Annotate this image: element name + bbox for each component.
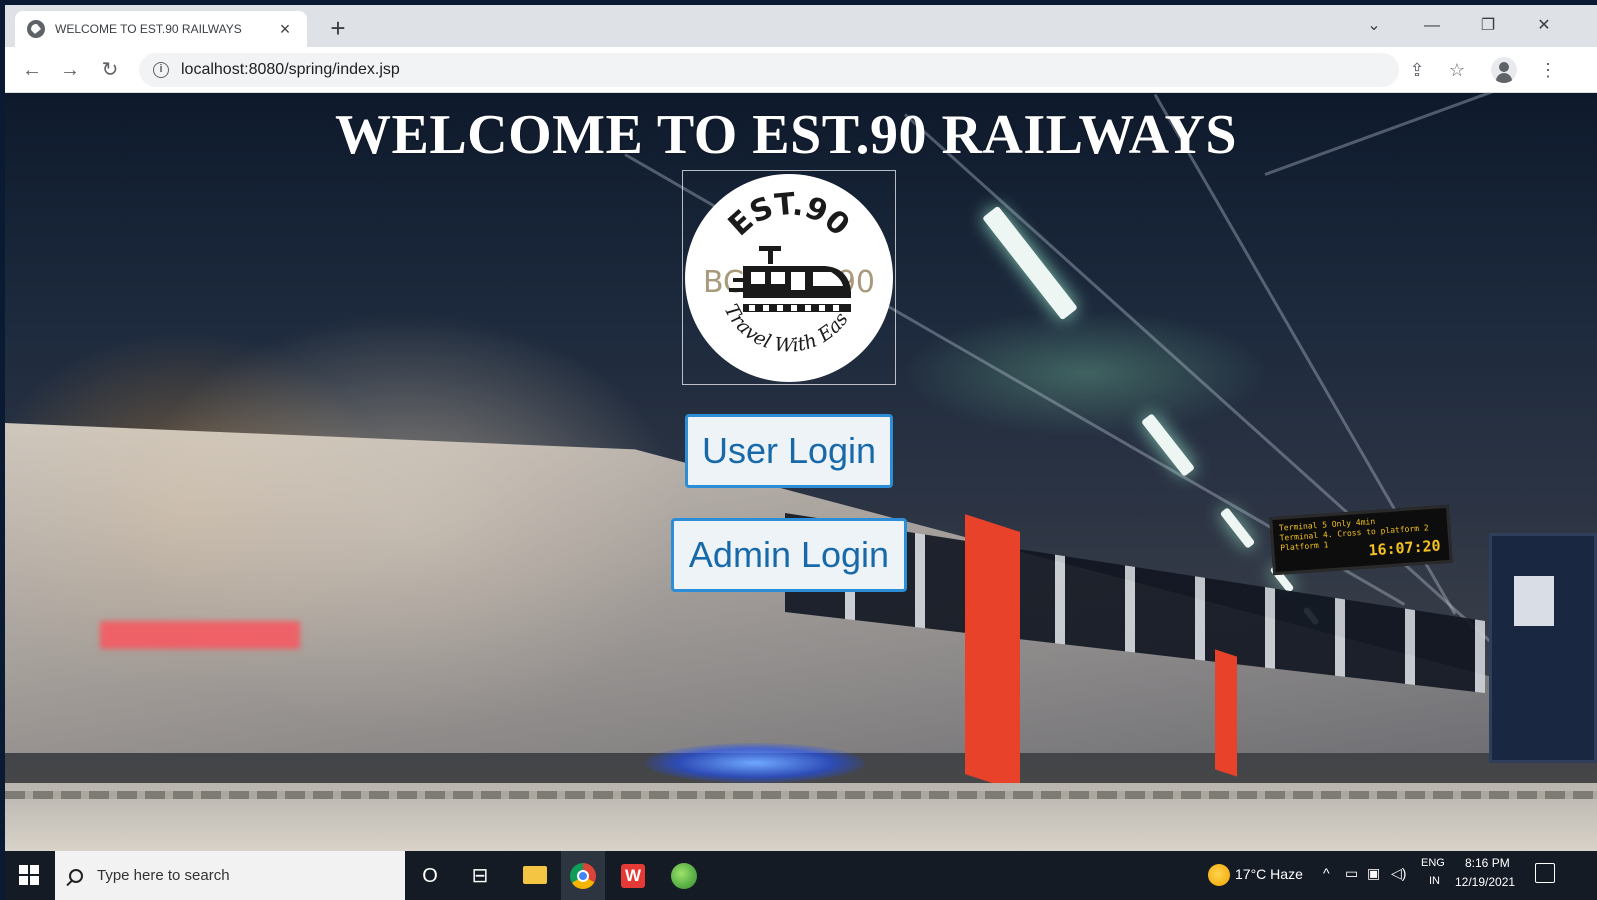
railway-logo: EST.90 BC 90 Travel With Eas [679, 157, 896, 385]
admin-login-button[interactable]: Admin Login [671, 518, 907, 592]
address-bar[interactable]: i localhost:8080/spring/index.jsp [139, 53, 1399, 87]
reload-button[interactable]: ↻ [95, 55, 125, 85]
volume-icon[interactable]: ◁) [1391, 865, 1406, 882]
bookmark-star-icon[interactable]: ☆ [1442, 55, 1472, 85]
close-window-button[interactable]: ✕ [1521, 11, 1567, 41]
browser-toolbar: ← → ↻ i localhost:8080/spring/index.jsp … [5, 47, 1597, 93]
search-placeholder: Type here to search [97, 867, 230, 884]
taskbar-search-box[interactable]: Type here to search [55, 851, 405, 900]
logo-top-text: EST.90 [722, 186, 856, 243]
light-streak [100, 621, 300, 649]
network-icon[interactable]: ▣ [1367, 865, 1380, 882]
weather-text[interactable]: 17°C Haze [1235, 866, 1303, 882]
search-icon [69, 868, 83, 883]
back-button[interactable]: ← [17, 55, 47, 85]
user-login-button[interactable]: User Login [685, 414, 893, 488]
platform-edge [5, 791, 1597, 799]
battery-icon[interactable]: ▭ [1345, 865, 1358, 882]
new-tab-button[interactable]: + [323, 13, 353, 43]
chrome-icon[interactable] [570, 863, 596, 889]
train-door [1215, 649, 1237, 777]
profile-avatar-icon[interactable] [1491, 57, 1517, 83]
clock-time[interactable]: 8:16 PM [1465, 856, 1510, 870]
region-text[interactable]: IN [1429, 875, 1440, 887]
windows-start-icon[interactable] [19, 865, 39, 885]
logo-circle: EST.90 BC 90 Travel With Eas [679, 157, 893, 382]
windows-taskbar: Type here to search O ⊟ W 17°C Haze ^ ▭ … [5, 851, 1597, 900]
wps-office-icon[interactable]: W [621, 864, 645, 888]
weather-sun-icon [1208, 864, 1230, 886]
forward-button[interactable]: → [55, 55, 85, 85]
clock-date[interactable]: 12/19/2021 [1455, 875, 1515, 889]
globe-icon [27, 20, 45, 38]
sign-time: 16:07:20 [1367, 536, 1442, 560]
url-text: localhost:8080/spring/index.jsp [181, 61, 400, 78]
share-icon[interactable]: ⇪ [1402, 55, 1432, 85]
notification-icon[interactable] [1535, 863, 1555, 883]
tab-title: WELCOME TO EST.90 RAILWAYS [55, 22, 242, 36]
ceiling-lamp [982, 205, 1078, 321]
close-tab-icon[interactable]: × [275, 19, 295, 40]
task-view-icon[interactable]: ⊟ [465, 861, 495, 891]
train-door [965, 514, 1020, 792]
ticket-booth [1489, 533, 1597, 763]
minimize-button[interactable]: — [1409, 11, 1455, 41]
train-icon [729, 245, 851, 312]
tray-chevron-icon[interactable]: ^ [1323, 865, 1330, 881]
logo-left-text: BC [703, 265, 744, 300]
tab-welcome[interactable]: WELCOME TO EST.90 RAILWAYS × [15, 11, 307, 47]
file-explorer-icon[interactable] [523, 866, 547, 884]
browser-window: WELCOME TO EST.90 RAILWAYS × + ⌄ — ❐ ✕ ←… [5, 5, 1597, 900]
blue-light [645, 743, 865, 783]
tab-search-icon[interactable]: ⌄ [1351, 11, 1397, 41]
site-info-icon[interactable]: i [153, 62, 169, 78]
language-text[interactable]: ENG [1421, 857, 1445, 869]
tab-strip: WELCOME TO EST.90 RAILWAYS × + ⌄ — ❐ ✕ [5, 5, 1597, 47]
green-app-icon[interactable] [671, 863, 697, 889]
logo-graphic: EST.90 BC 90 Travel With Eas [679, 157, 875, 357]
page-title: WELCOME TO EST.90 RAILWAYS [334, 104, 1238, 166]
cortana-icon[interactable]: O [415, 861, 445, 891]
restore-button[interactable]: ❐ [1465, 11, 1511, 41]
booth-screen [1514, 576, 1554, 626]
page-viewport: Terminal 5 Only 4min Terminal 4. Cross t… [5, 93, 1597, 851]
browser-menu-icon[interactable]: ⋮ [1533, 55, 1563, 85]
